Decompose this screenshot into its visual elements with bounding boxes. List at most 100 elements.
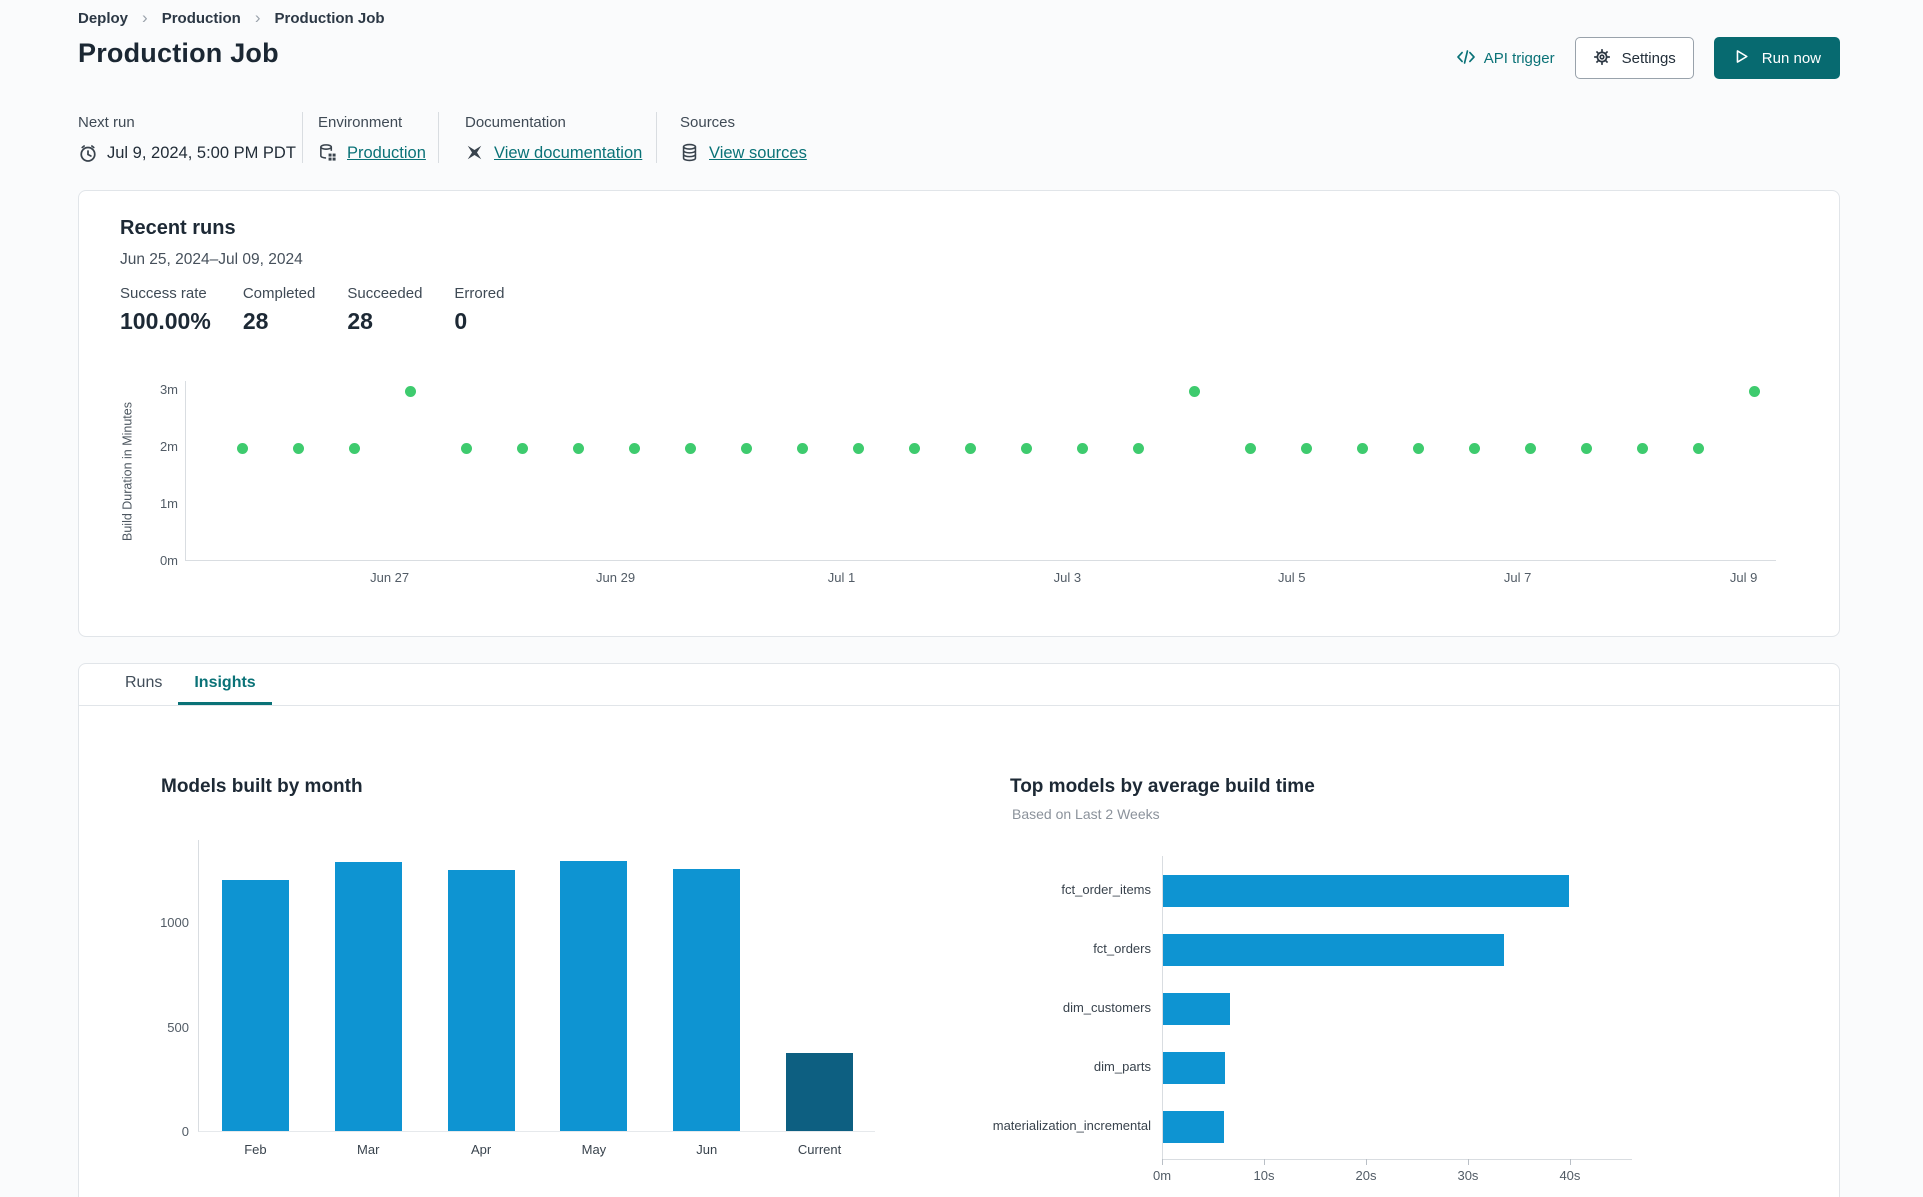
month-bar[interactable] bbox=[334, 861, 402, 1131]
chevron-right-icon bbox=[255, 8, 261, 28]
job-meta-row: Next run Jul 9, 2024, 5:00 PM PDT Enviro… bbox=[78, 112, 807, 163]
api-trigger-link[interactable]: API trigger bbox=[1456, 48, 1555, 68]
model-label: dim_parts bbox=[1093, 1059, 1151, 1074]
run-data-point[interactable] bbox=[1020, 442, 1032, 454]
view-sources-link[interactable]: View sources bbox=[709, 144, 807, 163]
y-tick-label: 0 bbox=[181, 1124, 189, 1139]
run-data-point[interactable] bbox=[796, 442, 808, 454]
x-tick-label: 20s bbox=[1355, 1168, 1377, 1183]
month-bar[interactable] bbox=[560, 860, 628, 1131]
meta-documentation: Documentation View documentation bbox=[438, 112, 656, 163]
run-data-point[interactable] bbox=[236, 442, 248, 454]
chevron-right-icon bbox=[142, 8, 148, 28]
recent-runs-stats: Success rate 100.00% Completed 28 Succee… bbox=[120, 285, 504, 335]
run-duration-plot[interactable]: Build Duration in Minutes 0m 1m 2m 3m Jun 27… bbox=[121, 381, 1776, 585]
run-data-point[interactable] bbox=[292, 442, 304, 454]
run-data-point[interactable] bbox=[572, 442, 584, 454]
model-label: materialization_incremental bbox=[992, 1118, 1151, 1133]
top-models-plot[interactable]: fct_order_items fct_orders dim_customers di… bbox=[890, 856, 1702, 1183]
model-bar[interactable] bbox=[1163, 934, 1504, 966]
run-data-point[interactable] bbox=[1076, 442, 1088, 454]
run-data-point[interactable] bbox=[684, 442, 696, 454]
model-bar[interactable] bbox=[1163, 875, 1569, 907]
run-data-point[interactable] bbox=[460, 442, 472, 454]
run-data-point[interactable] bbox=[1468, 442, 1480, 454]
stat-value: 28 bbox=[347, 308, 373, 334]
environment-link[interactable]: Production bbox=[347, 144, 426, 163]
meta-sources-label: Sources bbox=[680, 114, 736, 131]
environment-database-icon bbox=[318, 143, 338, 163]
x-tick-label: 30s bbox=[1457, 1168, 1479, 1183]
breadcrumb-item-production-job: Production Job bbox=[274, 9, 385, 27]
model-label: fct_orders bbox=[1093, 941, 1151, 956]
settings-button[interactable]: Settings bbox=[1574, 37, 1694, 79]
run-data-point[interactable] bbox=[1636, 442, 1648, 454]
y-tick-label: 0m bbox=[159, 553, 178, 568]
month-bar[interactable] bbox=[221, 879, 289, 1131]
recent-runs-card: Recent runs Jun 25, 2024–Jul 09, 2024 Su… bbox=[78, 190, 1840, 637]
stat-errored: Errored 0 bbox=[454, 285, 504, 335]
run-data-point[interactable] bbox=[740, 442, 752, 454]
recent-runs-title: Recent runs bbox=[120, 217, 236, 239]
run-data-point[interactable] bbox=[908, 442, 920, 454]
breadcrumb-item-deploy[interactable]: Deploy bbox=[78, 10, 128, 27]
run-now-button[interactable]: Run now bbox=[1713, 37, 1840, 79]
code-icon bbox=[1456, 48, 1476, 68]
x-tick-label: 0m bbox=[1152, 1168, 1172, 1183]
x-tick-mark bbox=[1569, 1159, 1571, 1165]
run-data-point[interactable] bbox=[1748, 385, 1760, 397]
x-category-label: May bbox=[581, 1142, 607, 1157]
clock-icon bbox=[78, 143, 98, 163]
model-bar[interactable] bbox=[1163, 1052, 1226, 1084]
model-bar[interactable] bbox=[1163, 1111, 1225, 1143]
model-bar[interactable] bbox=[1163, 993, 1231, 1025]
model-label: fct_order_items bbox=[1061, 882, 1151, 897]
run-data-point[interactable] bbox=[1188, 385, 1200, 397]
api-trigger-label: API trigger bbox=[1483, 49, 1555, 67]
run-data-point[interactable] bbox=[348, 442, 360, 454]
run-data-point[interactable] bbox=[1524, 442, 1536, 454]
tab-runs[interactable]: Runs bbox=[109, 664, 178, 705]
meta-sources: Sources View sources bbox=[656, 112, 807, 163]
tab-insights[interactable]: Insights bbox=[178, 664, 272, 705]
month-bar[interactable] bbox=[447, 870, 515, 1131]
x-tick-label: 40s bbox=[1559, 1168, 1581, 1183]
stat-label: Completed bbox=[242, 285, 316, 302]
x-tick-label: Jul 1 bbox=[827, 570, 856, 585]
run-data-point[interactable] bbox=[1692, 442, 1704, 454]
run-data-point[interactable] bbox=[1244, 442, 1256, 454]
run-data-point[interactable] bbox=[1412, 442, 1424, 454]
run-data-point[interactable] bbox=[516, 442, 528, 454]
run-data-point[interactable] bbox=[628, 442, 640, 454]
run-data-point[interactable] bbox=[852, 442, 864, 454]
breadcrumb-item-production[interactable]: Production bbox=[162, 10, 241, 27]
run-data-point[interactable] bbox=[1300, 442, 1312, 454]
x-category-label: Current bbox=[797, 1142, 842, 1157]
x-tick-label: Jul 7 bbox=[1503, 570, 1532, 585]
x-category-label: Jun bbox=[696, 1142, 718, 1157]
meta-next-run-value: Jul 9, 2024, 5:00 PM PDT bbox=[107, 143, 296, 162]
view-documentation-link[interactable]: View documentation bbox=[494, 144, 642, 163]
month-bar[interactable] bbox=[786, 1052, 854, 1131]
x-category-label: Feb bbox=[244, 1142, 267, 1157]
y-tick-label: 1000 bbox=[160, 915, 189, 931]
run-data-point[interactable] bbox=[404, 385, 416, 397]
header-actions: API trigger Settings Run now bbox=[1456, 36, 1840, 80]
month-bar[interactable] bbox=[673, 869, 741, 1131]
play-icon bbox=[1733, 48, 1753, 68]
run-data-point[interactable] bbox=[964, 442, 976, 454]
stat-completed: Completed 28 bbox=[243, 285, 316, 335]
run-data-point[interactable] bbox=[1132, 442, 1144, 454]
meta-documentation-label: Documentation bbox=[465, 114, 566, 131]
run-data-point[interactable] bbox=[1580, 442, 1592, 454]
stat-label: Success rate bbox=[120, 285, 207, 302]
run-data-point[interactable] bbox=[1356, 442, 1368, 454]
meta-next-run-label: Next run bbox=[78, 114, 135, 131]
page-title: Production Job bbox=[78, 38, 279, 68]
meta-environment-label: Environment bbox=[318, 114, 403, 131]
meta-next-run: Next run Jul 9, 2024, 5:00 PM PDT bbox=[78, 112, 302, 163]
stat-value: 100.00% bbox=[120, 308, 211, 334]
stat-value: 28 bbox=[242, 308, 269, 334]
models-by-month-plot[interactable]: 0 500 1000 Feb Mar Apr May Jun Current bbox=[160, 840, 875, 1157]
breadcrumb: Deploy Production Production Job bbox=[78, 8, 385, 28]
